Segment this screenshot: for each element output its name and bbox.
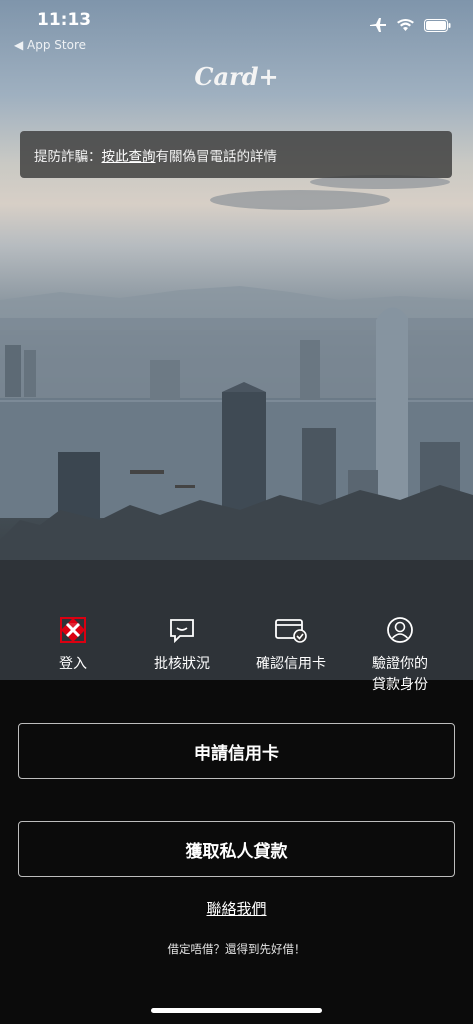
quick-action-label: 驗證你的 貸款身份: [372, 656, 428, 693]
quick-action-confirm-card[interactable]: 確認信用卡: [236, 614, 346, 675]
quick-actions: 登入 批核狀況 確認信用卡 驗證你的 貸款身份: [0, 614, 473, 704]
personal-loan-button[interactable]: 獲取私人貸款: [18, 821, 455, 877]
back-to-app-store-link[interactable]: ◀ App Store: [14, 38, 86, 52]
status-bar: 11:13 ◀ App Store: [0, 0, 473, 58]
battery-icon: [424, 18, 451, 32]
wifi-icon: [397, 18, 414, 31]
alert-link[interactable]: 按此查詢: [102, 149, 156, 165]
quick-action-label: 確認信用卡: [256, 656, 326, 672]
alert-suffix: 有關偽冒電話的詳情: [155, 149, 278, 165]
fraud-alert-banner: 提防詐騙：按此查詢有關偽冒電話的詳情: [20, 131, 452, 178]
quick-action-verify-identity[interactable]: 驗證你的 貸款身份: [345, 614, 455, 696]
home-indicator[interactable]: [151, 1008, 322, 1013]
brand-logo: Card+: [194, 62, 279, 91]
alert-prefix: 提防詐騙：: [34, 149, 102, 165]
user-icon: [387, 617, 413, 643]
chat-icon: [170, 619, 194, 644]
quick-action-label: 登入: [59, 656, 87, 672]
quick-action-label: 批核狀況: [154, 656, 210, 672]
skyline-illustration: [0, 175, 473, 680]
tagline: 借定唔借？還得到先好借！: [167, 942, 306, 956]
card-check-icon: [275, 619, 307, 643]
apply-credit-card-button[interactable]: 申請信用卡: [18, 723, 455, 779]
airplane-icon: [370, 18, 386, 32]
status-icons: [369, 18, 451, 32]
hero-cityscape-image: [0, 0, 473, 680]
quick-action-application-status[interactable]: 批核狀況: [127, 614, 237, 675]
status-time: 11:13: [37, 10, 92, 30]
contact-us-link[interactable]: 聯絡我們: [0, 898, 473, 919]
brand-logo-icon: [60, 617, 86, 643]
quick-action-login[interactable]: 登入: [18, 614, 128, 675]
